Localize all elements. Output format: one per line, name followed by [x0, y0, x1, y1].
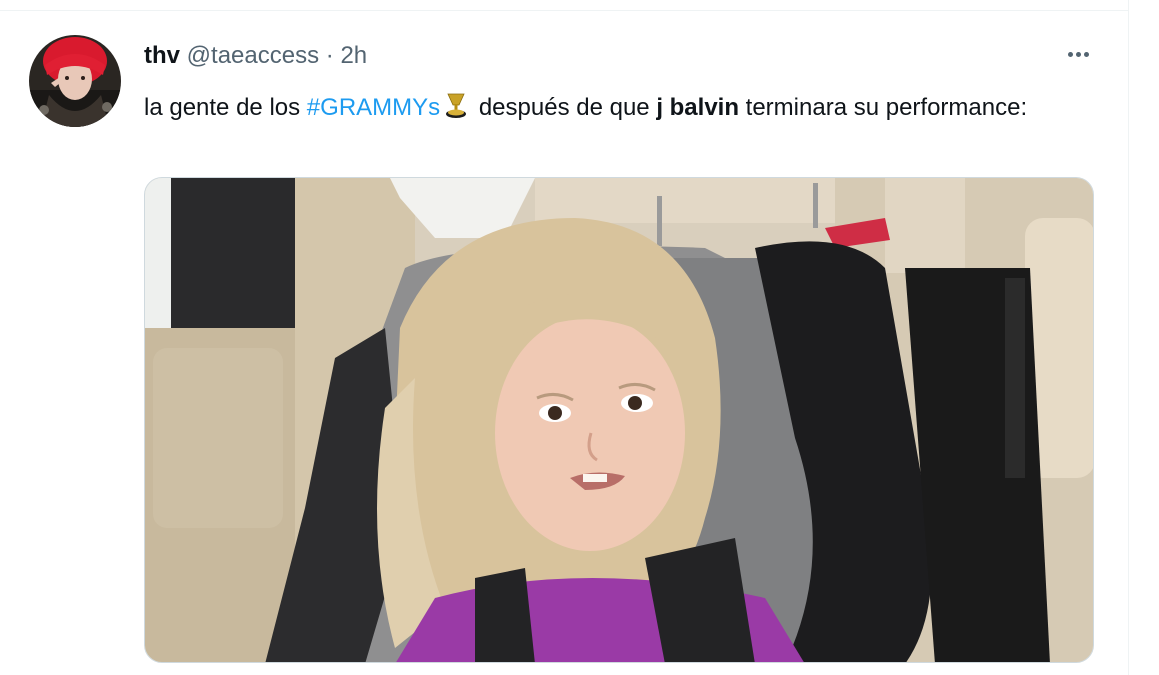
tweet-header: thv @taeaccess · 2h [144, 41, 367, 71]
page: thv @taeaccess · 2h la gente de los #GRA… [0, 0, 1159, 675]
tweet-text-part: después de que [472, 94, 657, 121]
tweet[interactable]: thv @taeaccess · 2h la gente de los #GRA… [0, 11, 1128, 675]
column-border [1128, 0, 1129, 675]
mention-name: j balvin [656, 94, 739, 121]
tweet-text-part: la gente de los [144, 94, 307, 121]
timestamp[interactable]: 2h [340, 42, 367, 69]
more-horizontal-icon-dot [1083, 51, 1089, 57]
avatar[interactable] [29, 35, 121, 127]
tweet-text: la gente de los #GRAMMYs después de que … [144, 89, 1064, 131]
more-options-button[interactable] [1060, 39, 1096, 69]
separator: · [325, 42, 334, 69]
author-handle[interactable]: @taeaccess [187, 42, 319, 69]
more-horizontal-icon [1067, 51, 1073, 57]
tweet-media-image[interactable] [144, 177, 1094, 663]
author-name[interactable]: thv [144, 42, 180, 69]
tweet-text-part: terminara su performance: [739, 94, 1028, 121]
gramophone-emoji-icon [444, 91, 468, 131]
more-horizontal-icon-dot [1075, 51, 1081, 57]
hashtag-link[interactable]: #GRAMMYs [307, 94, 440, 121]
